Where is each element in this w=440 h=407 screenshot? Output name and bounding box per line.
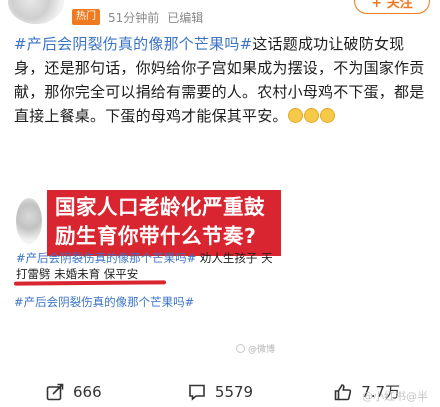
follow-button[interactable]: + 关注 xyxy=(354,0,430,14)
smile-emoji-icon xyxy=(319,108,335,123)
share-button[interactable]: 666 xyxy=(0,376,147,407)
comment-button[interactable]: 5579 xyxy=(147,376,294,407)
red-banner: 国家人口老龄化严重鼓 励生育你带什么节奏? xyxy=(47,190,281,256)
post-meta: 热门 51分钟前 已编辑 xyxy=(72,8,203,26)
embedded-topic: #产后会阴裂伤真的像那个芒果吗# xyxy=(16,251,197,265)
author-avatar[interactable] xyxy=(8,0,64,24)
bottom-watermark: @小红书@半 xyxy=(362,390,428,403)
smile-emoji-icon xyxy=(287,108,303,123)
post-time: 51分钟前 xyxy=(108,10,160,25)
share-count: 666 xyxy=(73,382,102,401)
topic-link[interactable]: #产后会阴裂伤真的像那个芒果吗# xyxy=(14,35,252,53)
emoji-group xyxy=(287,107,336,125)
embedded-image[interactable]: 国家人口老龄化严重鼓 励生育你带什么节奏? #产后会阴裂伤真的像那个芒果吗# 劝… xyxy=(13,180,304,290)
red-underline-mark xyxy=(13,280,167,286)
embedded-avatar xyxy=(16,198,42,244)
share-icon xyxy=(46,383,64,400)
embedded-line1-text: 劝人生孩子 天 xyxy=(196,251,273,265)
weibo-logo-icon xyxy=(236,344,245,353)
smile-emoji-icon xyxy=(303,108,319,123)
image-watermark-text: @微博 xyxy=(248,345,276,355)
banner-line-2: 励生育你带什么节奏? xyxy=(55,224,257,248)
topic-bottom-link[interactable]: #产后会阴裂伤真的像那个芒果吗# xyxy=(14,294,194,310)
post-text: #产后会阴裂伤真的像那个芒果吗#这话题成功让破防女现身，还是那句话，你妈给你子宫… xyxy=(14,32,430,128)
image-watermark: @微博 xyxy=(236,342,275,355)
banner-line-1: 国家人口老龄化严重鼓 xyxy=(55,195,265,219)
edited-label: 已编辑 xyxy=(167,10,204,25)
comment-count: 5579 xyxy=(214,382,254,401)
thumbs-up-icon xyxy=(334,383,352,400)
comment-icon xyxy=(189,384,205,401)
embedded-text-line-2: 打雷劈 未婚未育 保平安 xyxy=(16,267,139,281)
hot-badge: 热门 xyxy=(72,9,100,25)
embedded-text-line-1: #产后会阴裂伤真的像那个芒果吗# 劝人生孩子 天 xyxy=(16,250,273,266)
